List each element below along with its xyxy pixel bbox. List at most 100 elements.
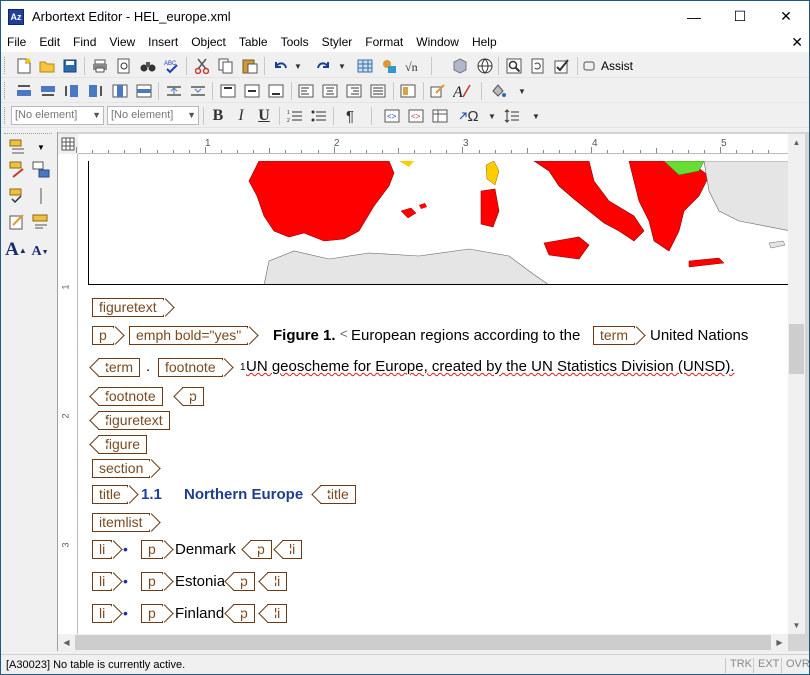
edit-tag-icon[interactable] [429, 82, 447, 100]
tag-footnote-close[interactable]: footnote [98, 387, 163, 406]
insert-element-dropdown-icon[interactable]: ▼ [31, 137, 51, 157]
valign-bottom-icon[interactable] [267, 82, 285, 100]
fill-color-icon[interactable] [489, 82, 507, 100]
menu-table[interactable]: Table [233, 32, 275, 52]
refresh-document-icon[interactable] [529, 57, 547, 75]
vertical-scroll-thumb[interactable] [789, 324, 804, 374]
menu-help[interactable]: Help [466, 32, 504, 52]
align-left-icon[interactable] [297, 82, 315, 100]
tag-p-close[interactable]: p [233, 604, 255, 623]
tag-title-open[interactable]: title [92, 485, 128, 504]
underline-button[interactable]: U [255, 107, 273, 125]
split-cells-icon[interactable] [165, 82, 183, 100]
vertical-scrollbar[interactable]: ▲ ▼ [788, 134, 805, 634]
tag-term-open[interactable]: term [593, 326, 635, 345]
cut-icon[interactable] [193, 57, 211, 75]
tag-li-open[interactable]: li [92, 604, 113, 623]
check-element-icon[interactable] [8, 186, 28, 206]
paste-icon[interactable] [241, 57, 259, 75]
menu-format[interactable]: Format [359, 32, 410, 52]
tag-title-close[interactable]: title [320, 485, 356, 504]
menu-tools[interactable]: Tools [275, 32, 316, 52]
change-element-icon[interactable] [8, 160, 28, 180]
insert-right-icon[interactable] [87, 82, 105, 100]
web-globe-icon[interactable] [476, 57, 494, 75]
insert-equation-icon[interactable]: √n [404, 57, 422, 75]
scroll-down-icon[interactable]: ▼ [788, 617, 805, 634]
document-page[interactable]: figuretext p emph bold="yes" Figure 1. <… [78, 154, 788, 634]
print-preview-icon[interactable] [115, 57, 133, 75]
menu-object[interactable]: Object [185, 32, 233, 52]
tag-footnote-open[interactable]: footnote [158, 358, 223, 377]
tag-itemlist-open[interactable]: itemlist [92, 513, 150, 532]
tag-p-close[interactable]: p [233, 572, 255, 591]
minimize-button[interactable]: — [671, 1, 717, 32]
tag-figuretext-open[interactable]: figuretext [92, 298, 164, 317]
copy-icon[interactable] [217, 57, 235, 75]
new-document-icon[interactable] [15, 57, 33, 75]
menu-file[interactable]: File [1, 32, 33, 52]
markup-view-icon[interactable]: <> [407, 107, 425, 125]
toolbar-grip[interactable] [4, 57, 7, 74]
undo-dropdown-icon[interactable]: ▼ [289, 57, 307, 75]
element-list-icon[interactable] [31, 186, 51, 206]
table-columns-icon[interactable] [111, 82, 129, 100]
tag-p-open[interactable]: p [141, 572, 163, 591]
line-spacing-dropdown-icon[interactable]: ▼ [527, 107, 545, 125]
text-entity-icon[interactable] [31, 212, 51, 232]
insert-left-icon[interactable] [63, 82, 81, 100]
europe-map-figure[interactable] [88, 161, 788, 285]
status-trk[interactable]: TRK [725, 658, 752, 673]
horizontal-scrollbar[interactable]: ◀ ▶ [58, 634, 788, 651]
table-rows-icon[interactable] [135, 82, 153, 100]
status-ext[interactable]: EXT [753, 658, 779, 673]
align-right-icon[interactable] [345, 82, 363, 100]
assist-button[interactable]: Assist [583, 57, 633, 75]
join-cells-icon[interactable] [189, 82, 207, 100]
italic-button[interactable]: I [232, 107, 250, 125]
scroll-left-icon[interactable]: ◀ [58, 634, 75, 651]
decrease-font-icon[interactable]: A ▼ [30, 242, 50, 262]
ruler-corner-grid-icon[interactable] [58, 134, 78, 154]
element-combo-1[interactable]: [No element] ▼ [11, 106, 104, 125]
insert-graphic-icon[interactable] [380, 57, 398, 75]
align-center-icon[interactable] [321, 82, 339, 100]
menu-styler[interactable]: Styler [316, 32, 360, 52]
open-folder-icon[interactable] [38, 57, 56, 75]
publish-cube-icon[interactable] [451, 57, 469, 75]
scroll-up-icon[interactable]: ▲ [788, 134, 805, 151]
insert-above-icon[interactable] [15, 82, 33, 100]
table-properties-icon[interactable] [399, 82, 417, 100]
undo-icon[interactable] [271, 57, 289, 75]
increase-font-icon[interactable]: A ▲ [5, 239, 27, 260]
tag-figure-close[interactable]: figure [98, 435, 148, 454]
symbol-dropdown-icon[interactable]: ▼ [483, 107, 501, 125]
tag-p-close[interactable]: p [182, 387, 204, 406]
fill-color-dropdown-icon[interactable]: ▼ [513, 82, 531, 100]
menu-insert[interactable]: Insert [142, 32, 185, 52]
tag-p-open[interactable]: p [92, 326, 114, 345]
line-spacing-icon[interactable] [503, 107, 521, 125]
tag-section-open[interactable]: section [92, 459, 151, 478]
spell-check-icon[interactable]: ABC [163, 57, 181, 75]
tag-li-open[interactable]: li [92, 540, 113, 559]
insert-symbol-button[interactable]: Ω [457, 107, 481, 125]
toolbar-grip[interactable] [4, 107, 7, 124]
valign-middle-icon[interactable] [243, 82, 261, 100]
tag-p-open[interactable]: p [141, 540, 163, 559]
menu-edit[interactable]: Edit [33, 32, 67, 52]
document-close-icon[interactable]: ✕ [791, 32, 803, 52]
redo-icon[interactable] [315, 57, 333, 75]
redo-dropdown-icon[interactable]: ▼ [333, 57, 351, 75]
menu-find[interactable]: Find [67, 32, 103, 52]
zoom-icon[interactable] [505, 57, 523, 75]
insert-table-icon[interactable] [356, 57, 374, 75]
split-element-icon[interactable] [31, 160, 51, 180]
edit-attributes-icon[interactable] [8, 212, 28, 232]
edit-table-icon[interactable] [431, 107, 449, 125]
close-button[interactable]: ✕ [763, 1, 809, 32]
toolbar-grip[interactable] [4, 82, 7, 99]
bulleted-list-icon[interactable] [310, 107, 328, 125]
insert-below-icon[interactable] [39, 82, 57, 100]
find-binoculars-icon[interactable] [139, 57, 157, 75]
